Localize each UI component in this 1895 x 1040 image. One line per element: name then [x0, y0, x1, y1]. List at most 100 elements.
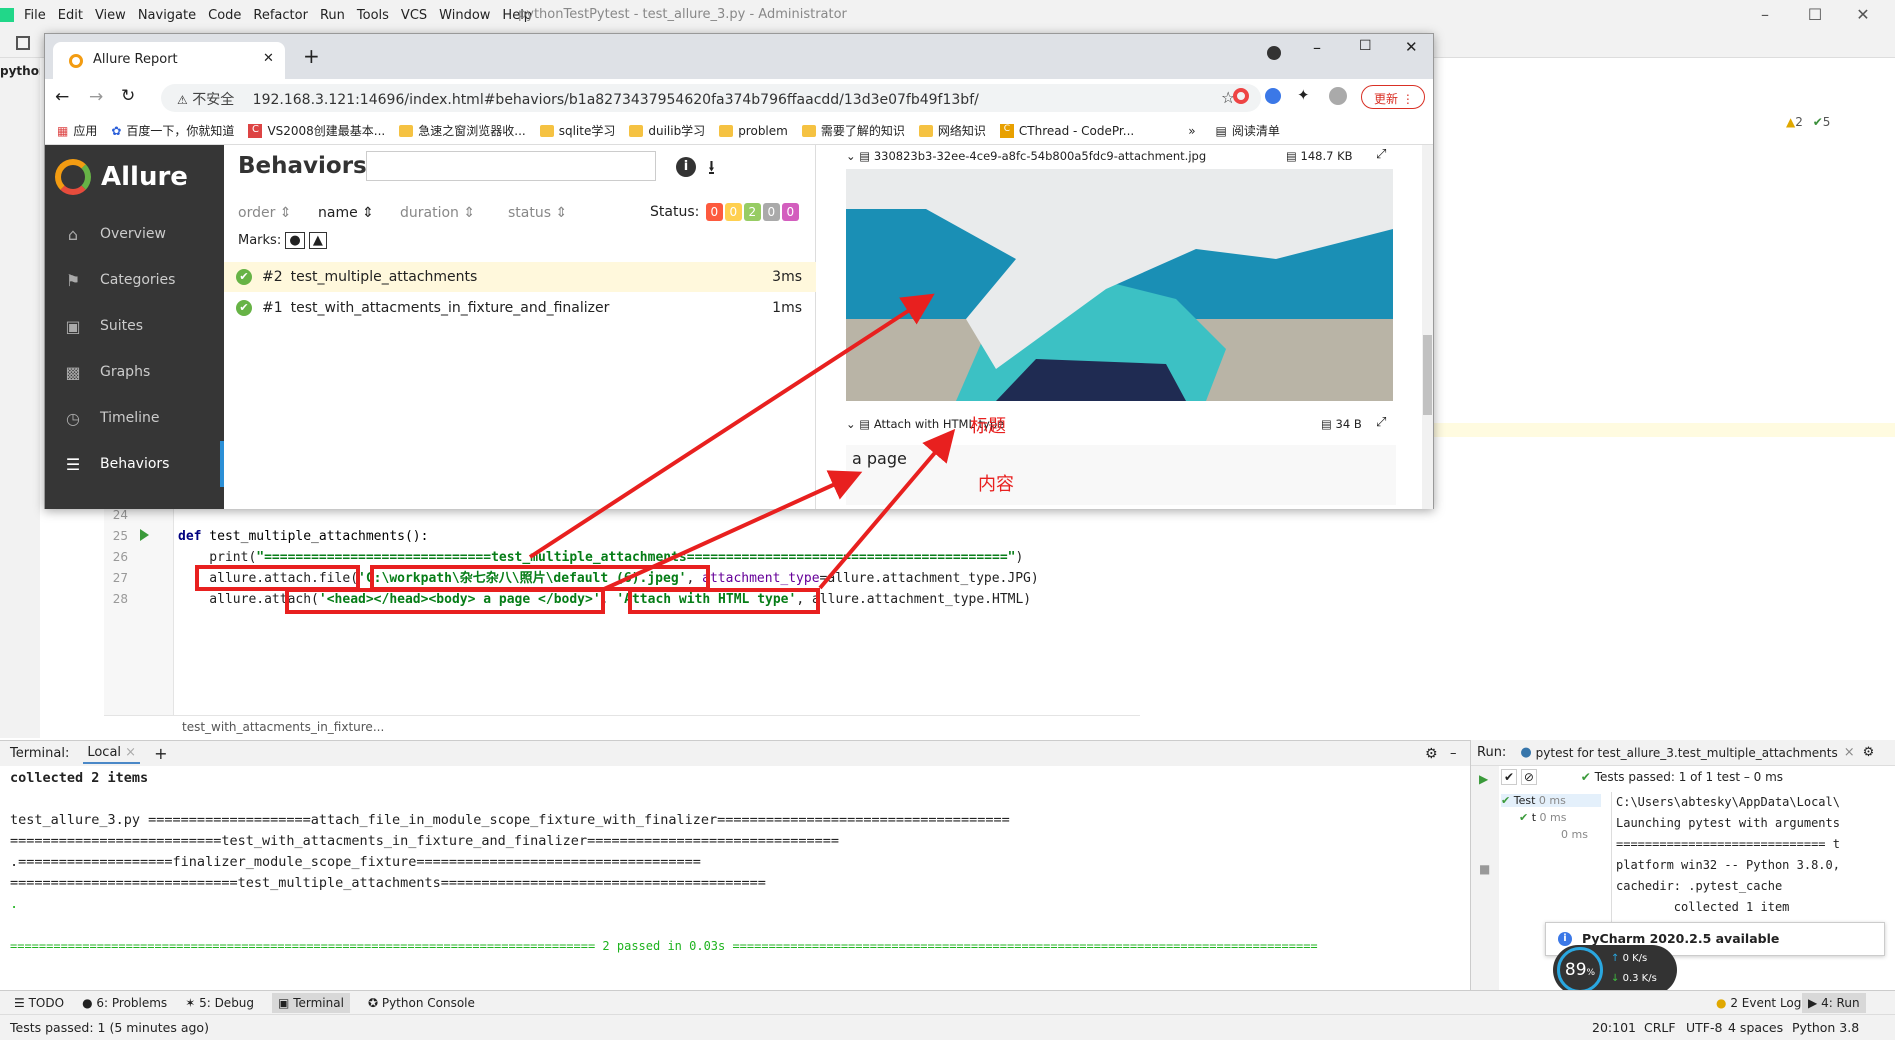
status-broken-badge[interactable]: 0: [724, 203, 742, 221]
back-icon[interactable]: ←: [55, 87, 69, 107]
address-bar[interactable]: ⚠ 不安全 192.168.3.121:14696/index.html#beh…: [161, 84, 1261, 112]
bookmark-item[interactable]: C VS2008创建最基本...: [248, 122, 385, 139]
update-button[interactable]: 更新 ⋮: [1361, 85, 1425, 109]
sort-order[interactable]: order ⇕: [238, 205, 292, 221]
add-terminal-icon[interactable]: +: [154, 744, 167, 763]
cancel-icon[interactable]: ⊘: [1520, 769, 1537, 785]
status-passed-badge[interactable]: 2: [743, 203, 761, 221]
tool-tab-todo[interactable]: ☰ TODO: [14, 996, 64, 1010]
minimize-panel-icon[interactable]: –: [1450, 746, 1457, 761]
nav-behaviors[interactable]: ☰ Behaviors: [45, 441, 224, 487]
bookmark-item[interactable]: problem: [719, 124, 788, 138]
forward-icon[interactable]: →: [89, 87, 103, 107]
nav-categories[interactable]: ⚑ Categories: [45, 257, 224, 303]
file-encoding[interactable]: UTF-8: [1686, 1020, 1722, 1035]
sort-name[interactable]: name ⇕: [318, 205, 374, 221]
menu-edit[interactable]: Edit: [52, 8, 89, 23]
breadcrumb[interactable]: test_with_attacments_in_fixture...: [104, 715, 1140, 739]
close-tab-icon[interactable]: ×: [1844, 745, 1855, 760]
table-row[interactable]: ✔ #2 test_multiple_attachments 3ms: [224, 262, 816, 292]
rerun-icon[interactable]: ▶: [1479, 772, 1488, 786]
menu-vcs[interactable]: VCS: [395, 8, 433, 23]
allure-logo[interactable]: Allure: [55, 159, 188, 195]
reading-list[interactable]: ▤ 阅读清单: [1216, 122, 1280, 139]
menu-view[interactable]: View: [89, 8, 132, 23]
menu-run[interactable]: Run: [314, 8, 351, 23]
reload-icon[interactable]: ↻: [121, 86, 135, 106]
browser-close-button[interactable]: ✕: [1405, 38, 1418, 56]
tool-tab-problems[interactable]: ● 6: Problems: [82, 996, 167, 1010]
python-interpreter[interactable]: Python 3.8: [1792, 1020, 1859, 1035]
stop-icon[interactable]: ■: [1479, 862, 1490, 876]
bookmark-item[interactable]: sqlite学习: [539, 122, 615, 139]
warning-icon[interactable]: ▲: [308, 232, 327, 249]
minimize-button[interactable]: –: [1750, 4, 1780, 26]
tool-tab-run[interactable]: ▶ 4: Run: [1802, 992, 1866, 1013]
nav-suites[interactable]: ▣ Suites: [45, 303, 224, 349]
download-icon[interactable]: ⭳: [708, 153, 715, 187]
bookmark-item[interactable]: duilib学习: [629, 122, 705, 139]
tool-tab-terminal[interactable]: ▣ Terminal: [272, 992, 350, 1013]
tree-node[interactable]: ✔ Test 0 ms: [1501, 794, 1601, 807]
menu-tools[interactable]: Tools: [351, 8, 395, 23]
save-icon[interactable]: [16, 36, 30, 50]
menu-file[interactable]: File: [18, 8, 52, 23]
indent-setting[interactable]: 4 spaces: [1728, 1020, 1783, 1035]
bomb-icon[interactable]: ●: [285, 232, 305, 249]
inspection-widget[interactable]: ▲2 ✔5: [1786, 115, 1830, 129]
browser-maximize-button[interactable]: ☐: [1359, 38, 1372, 54]
tab-search-icon[interactable]: [1267, 46, 1281, 60]
browser-minimize-button[interactable]: –: [1313, 38, 1321, 57]
check-icon[interactable]: ✔: [1501, 769, 1518, 785]
sort-status[interactable]: status ⇕: [508, 205, 567, 221]
gear-icon[interactable]: ⚙: [1425, 746, 1438, 762]
bookmark-item[interactable]: 需要了解的知识: [801, 122, 905, 139]
expand-icon[interactable]: ⤢: [1376, 415, 1386, 430]
terminal-output[interactable]: collected 2 items test_allure_3.py =====…: [0, 766, 1460, 991]
bookmark-item[interactable]: 急速之窗浏览器收...: [399, 122, 526, 139]
new-tab-icon[interactable]: +: [303, 44, 320, 68]
nav-graphs[interactable]: ▩ Graphs: [45, 349, 224, 395]
status-message[interactable]: Tests passed: 1 (5 minutes ago): [10, 1020, 209, 1035]
menu-refactor[interactable]: Refactor: [247, 8, 314, 23]
table-row[interactable]: ✔ #1 test_with_attacments_in_fixture_and…: [224, 293, 816, 323]
nav-overview[interactable]: ⌂ Overview: [45, 211, 224, 257]
bookmark-item[interactable]: 网络知识: [918, 122, 986, 139]
attachment-header[interactable]: ⌄ ▤ Attach with HTML type ▤ 34 B ⤢: [846, 415, 1396, 431]
puzzle-icon[interactable]: ✦: [1297, 86, 1310, 104]
maximize-button[interactable]: ☐: [1800, 4, 1830, 26]
filter-input[interactable]: [366, 151, 656, 181]
profile-icon[interactable]: [1329, 87, 1347, 105]
tool-tab-debug[interactable]: ✶ 5: Debug: [185, 996, 254, 1010]
cpu-monitor-widget[interactable]: 89% ↑ 0 K/s ↓ 0.3 K/s: [1553, 945, 1677, 995]
scrollbar[interactable]: [1422, 145, 1433, 509]
more-bookmarks-icon[interactable]: »: [1188, 124, 1195, 138]
close-tab-icon[interactable]: ✕: [263, 51, 274, 66]
tree-node[interactable]: ✔ t 0 ms: [1501, 811, 1601, 824]
scrollbar-thumb[interactable]: [1423, 335, 1432, 415]
tree-node[interactable]: 0 ms: [1501, 828, 1601, 841]
status-failed-badge[interactable]: 0: [705, 203, 723, 221]
attachment-header[interactable]: ⌄ ▤ 330823b3-32ee-4ce9-a8fc-54b800a5fdc9…: [846, 147, 1396, 163]
menu-code[interactable]: Code: [202, 8, 247, 23]
bookmark-item[interactable]: C CThread - CodePr...: [999, 123, 1134, 138]
status-skipped-badge[interactable]: 0: [762, 203, 780, 221]
extension-icon[interactable]: [1233, 88, 1249, 104]
menu-window[interactable]: Window: [433, 8, 496, 23]
expand-icon[interactable]: ⤢: [1376, 147, 1386, 162]
line-separator[interactable]: CRLF: [1644, 1020, 1676, 1035]
run-test-icon[interactable]: [140, 529, 149, 541]
run-config-tab[interactable]: pytest for test_allure_3.test_multiple_a…: [1536, 746, 1838, 760]
caret-position[interactable]: 20:101: [1592, 1020, 1636, 1035]
bookmark-item[interactable]: ✿ 百度一下，你就知道: [111, 122, 234, 139]
tool-tab-event-log[interactable]: ● 2 Event Log: [1716, 996, 1801, 1010]
info-icon[interactable]: i: [676, 157, 696, 177]
gear-icon[interactable]: ⚙: [1863, 745, 1875, 760]
terminal-tab-local[interactable]: Local ×: [83, 743, 141, 764]
close-tab-icon[interactable]: ×: [125, 745, 136, 760]
close-window-button[interactable]: ✕: [1848, 4, 1878, 26]
menu-navigate[interactable]: Navigate: [132, 8, 202, 23]
status-unknown-badge[interactable]: 0: [781, 203, 799, 221]
sort-duration[interactable]: duration ⇕: [400, 205, 475, 221]
bookmark-apps[interactable]: ▦ 应用: [57, 122, 97, 139]
